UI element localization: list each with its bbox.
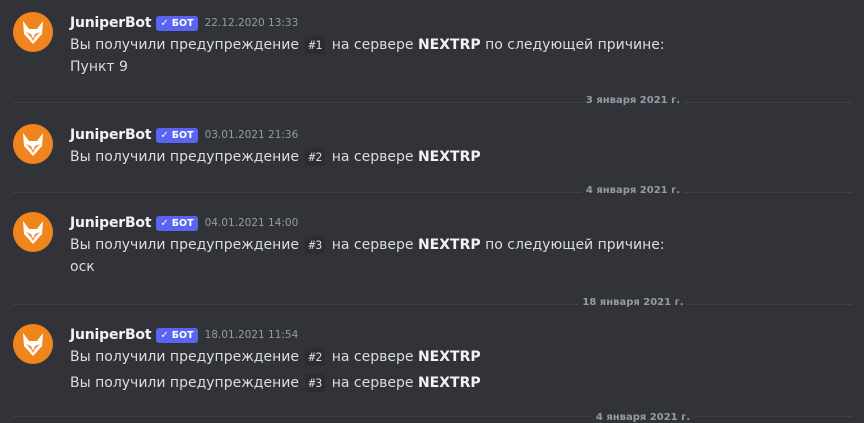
username[interactable]: JuniperBot xyxy=(70,215,152,231)
message-text: Вы получили предупреждение xyxy=(70,149,299,165)
date-divider-label: 4 января 2021 г. xyxy=(581,185,685,196)
server-name: NEXTRP xyxy=(417,349,481,365)
bot-badge-label: БОТ xyxy=(171,17,194,29)
check-icon: ✓ xyxy=(160,17,169,29)
message-text: по следующей причине: xyxy=(485,37,665,53)
message-text: на сервере xyxy=(331,349,414,365)
date-divider-label: 4 января 2021 г. xyxy=(591,412,695,423)
message-header: JuniperBot ✓ БОТ 18.01.2021 11:54 xyxy=(70,324,298,346)
date-divider: 3 января 2021 г. xyxy=(13,95,852,106)
server-name: NEXTRP xyxy=(417,149,481,165)
date-divider: 4 января 2021 г. xyxy=(13,412,852,423)
server-name: NEXTRP xyxy=(417,37,481,53)
message-text: Вы получили предупреждение xyxy=(70,375,299,391)
bot-badge-label: БОТ xyxy=(171,217,194,229)
fox-avatar-icon[interactable] xyxy=(13,124,53,164)
message-header: JuniperBot ✓ БОТ 04.01.2021 14:00 xyxy=(70,212,298,234)
message-line: Вы получили предупреждение #2 на сервере… xyxy=(70,146,481,168)
server-name: NEXTRP xyxy=(417,237,481,253)
message-text: на сервере xyxy=(331,237,414,253)
bot-badge-label: БОТ xyxy=(171,329,194,341)
check-icon: ✓ xyxy=(160,129,169,141)
message-text: оск xyxy=(70,259,95,275)
check-icon: ✓ xyxy=(160,329,169,341)
message-line: Вы получили предупреждение #2 на сервере… xyxy=(70,346,481,368)
message-text: на сервере xyxy=(331,149,414,165)
inline-code: #3 xyxy=(305,236,326,254)
date-divider-label: 3 января 2021 г. xyxy=(581,95,685,106)
date-divider-label: 18 января 2021 г. xyxy=(578,297,688,308)
fox-avatar-icon[interactable] xyxy=(13,324,53,364)
timestamp[interactable]: 04.01.2021 14:00 xyxy=(205,217,299,229)
fox-avatar-icon[interactable] xyxy=(13,12,53,52)
bot-badge: ✓ БОТ xyxy=(156,327,198,343)
date-divider: 18 января 2021 г. xyxy=(13,297,852,308)
message-text: на сервере xyxy=(331,375,414,391)
bot-badge: ✓ БОТ xyxy=(156,215,198,231)
bot-badge: ✓ БОТ xyxy=(156,15,198,31)
message-text: Пункт 9 xyxy=(70,59,128,75)
message-header: JuniperBot ✓ БОТ 03.01.2021 21:36 xyxy=(70,124,298,146)
inline-code: #1 xyxy=(305,36,326,54)
date-divider: 4 января 2021 г. xyxy=(13,185,852,196)
bot-badge: ✓ БОТ xyxy=(156,127,198,143)
username[interactable]: JuniperBot xyxy=(70,327,152,343)
username[interactable]: JuniperBot xyxy=(70,15,152,31)
message-text: Вы получили предупреждение xyxy=(70,349,299,365)
timestamp[interactable]: 03.01.2021 21:36 xyxy=(205,129,299,141)
message-text: на сервере xyxy=(331,37,414,53)
fox-avatar-icon[interactable] xyxy=(13,212,53,252)
inline-code: #2 xyxy=(305,148,326,166)
message-text: Вы получили предупреждение xyxy=(70,37,299,53)
bot-badge-label: БОТ xyxy=(171,129,194,141)
username[interactable]: JuniperBot xyxy=(70,127,152,143)
message-line: Вы получили предупреждение #3 на сервере… xyxy=(70,372,481,394)
server-name: NEXTRP xyxy=(417,375,481,391)
message-text: по следующей причине: xyxy=(485,237,665,253)
message-text: Вы получили предупреждение xyxy=(70,237,299,253)
timestamp[interactable]: 22.12.2020 13:33 xyxy=(205,17,299,29)
message-line: Пункт 9 xyxy=(70,56,128,78)
message-line: Вы получили предупреждение #1 на сервере… xyxy=(70,34,665,56)
inline-code: #2 xyxy=(305,348,326,366)
check-icon: ✓ xyxy=(160,217,169,229)
message-line: оск xyxy=(70,256,95,278)
timestamp[interactable]: 18.01.2021 11:54 xyxy=(205,329,299,341)
inline-code: #3 xyxy=(305,374,326,392)
message-line: Вы получили предупреждение #3 на сервере… xyxy=(70,234,665,256)
message-header: JuniperBot ✓ БОТ 22.12.2020 13:33 xyxy=(70,12,298,34)
